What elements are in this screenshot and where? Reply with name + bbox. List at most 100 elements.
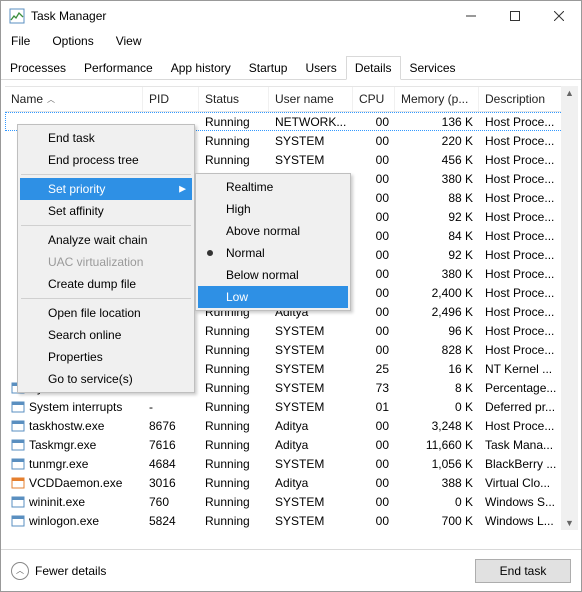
table-row[interactable]: taskhostw.exe8676RunningAditya003,248 KH… bbox=[5, 416, 577, 435]
separator bbox=[21, 174, 191, 175]
col-user[interactable]: User name bbox=[269, 87, 353, 111]
cell-cpu: 00 bbox=[353, 210, 395, 224]
ctx-dump[interactable]: Create dump file bbox=[20, 273, 192, 295]
cell-cpu: 00 bbox=[353, 172, 395, 186]
ctx-goto-services[interactable]: Go to service(s) bbox=[20, 368, 192, 390]
cell-status: Running bbox=[199, 134, 269, 148]
priority-high[interactable]: High bbox=[198, 198, 348, 220]
ctx-set-priority[interactable]: Set priority ▶ bbox=[20, 178, 192, 200]
cell-name: tunmgr.exe bbox=[5, 457, 143, 471]
cell-status: Running bbox=[199, 476, 269, 490]
cell-user: SYSTEM bbox=[269, 343, 353, 357]
cell-status: Running bbox=[199, 514, 269, 528]
table-row[interactable]: wininit.exe760RunningSYSTEM000 KWindows … bbox=[5, 492, 577, 511]
priority-above-normal[interactable]: Above normal bbox=[198, 220, 348, 242]
tab-strip: Processes Performance App history Startu… bbox=[1, 55, 581, 80]
table-row[interactable]: Taskmgr.exe7616RunningAditya0011,660 KTa… bbox=[5, 435, 577, 454]
table-row[interactable]: VCDDaemon.exe3016RunningAditya00388 KVir… bbox=[5, 473, 577, 492]
cell-pid: - bbox=[143, 400, 199, 414]
cell-cpu: 00 bbox=[353, 495, 395, 509]
ctx-analyze[interactable]: Analyze wait chain bbox=[20, 229, 192, 251]
cell-cpu: 73 bbox=[353, 381, 395, 395]
priority-below-normal[interactable]: Below normal bbox=[198, 264, 348, 286]
tab-services[interactable]: Services bbox=[401, 56, 465, 80]
cell-user: SYSTEM bbox=[269, 495, 353, 509]
cell-mem: 700 K bbox=[395, 514, 479, 528]
cell-cpu: 00 bbox=[353, 419, 395, 433]
ctx-end-task[interactable]: End task bbox=[20, 127, 192, 149]
priority-low[interactable]: Low bbox=[198, 286, 348, 308]
tab-apphistory[interactable]: App history bbox=[162, 56, 240, 80]
cell-mem: 456 K bbox=[395, 153, 479, 167]
ctx-properties[interactable]: Properties bbox=[20, 346, 192, 368]
cell-user: Aditya bbox=[269, 438, 353, 452]
cell-pid: 4684 bbox=[143, 457, 199, 471]
cell-name: Taskmgr.exe bbox=[5, 438, 143, 452]
priority-normal[interactable]: Normal bbox=[198, 242, 348, 264]
cell-mem: 1,056 K bbox=[395, 457, 479, 471]
end-task-button[interactable]: End task bbox=[475, 559, 571, 583]
ctx-set-affinity[interactable]: Set affinity bbox=[20, 200, 192, 222]
cell-mem: 84 K bbox=[395, 229, 479, 243]
tab-details[interactable]: Details bbox=[346, 56, 401, 80]
menu-file[interactable]: File bbox=[7, 32, 34, 50]
table-row[interactable]: System interrupts-RunningSYSTEM010 KDefe… bbox=[5, 397, 577, 416]
cell-status: Running bbox=[199, 381, 269, 395]
maximize-button[interactable] bbox=[493, 1, 537, 31]
cell-mem: 11,660 K bbox=[395, 438, 479, 452]
menu-options[interactable]: Options bbox=[48, 32, 97, 50]
tab-processes[interactable]: Processes bbox=[1, 56, 75, 80]
cell-mem: 136 K bbox=[395, 115, 479, 129]
col-status[interactable]: Status bbox=[199, 87, 269, 111]
priority-normal-label: Normal bbox=[226, 246, 265, 260]
scroll-up-icon[interactable]: ▲ bbox=[565, 86, 574, 100]
col-name[interactable]: Name︿ bbox=[5, 87, 143, 111]
cell-status: Running bbox=[199, 115, 269, 129]
ctx-end-tree[interactable]: End process tree bbox=[20, 149, 192, 171]
cell-mem: 380 K bbox=[395, 172, 479, 186]
tab-users[interactable]: Users bbox=[296, 56, 345, 80]
cell-mem: 8 K bbox=[395, 381, 479, 395]
ctx-search-online[interactable]: Search online bbox=[20, 324, 192, 346]
chevron-up-icon: ︿ bbox=[11, 562, 29, 580]
titlebar: Task Manager bbox=[1, 1, 581, 31]
cell-status: Running bbox=[199, 362, 269, 376]
app-icon bbox=[9, 8, 25, 24]
cell-name: wininit.exe bbox=[5, 495, 143, 509]
menu-view[interactable]: View bbox=[112, 32, 146, 50]
table-row[interactable]: tunmgr.exe4684RunningSYSTEM001,056 KBlac… bbox=[5, 454, 577, 473]
cell-cpu: 00 bbox=[353, 115, 395, 129]
cell-status: Running bbox=[199, 153, 269, 167]
cell-name: System interrupts bbox=[5, 400, 143, 414]
priority-realtime[interactable]: Realtime bbox=[198, 176, 348, 198]
vertical-scrollbar[interactable]: ▲ ▼ bbox=[561, 86, 578, 530]
col-memory[interactable]: Memory (p... bbox=[395, 87, 479, 111]
cell-mem: 3,248 K bbox=[395, 419, 479, 433]
close-button[interactable] bbox=[537, 1, 581, 31]
cell-pid: 8676 bbox=[143, 419, 199, 433]
scroll-down-icon[interactable]: ▼ bbox=[565, 516, 574, 530]
table-row[interactable]: winlogon.exe5824RunningSYSTEM00700 KWind… bbox=[5, 511, 577, 530]
cell-mem: 16 K bbox=[395, 362, 479, 376]
col-pid[interactable]: PID bbox=[143, 87, 199, 111]
separator bbox=[21, 225, 191, 226]
cell-cpu: 01 bbox=[353, 400, 395, 414]
cell-mem: 388 K bbox=[395, 476, 479, 490]
tab-performance[interactable]: Performance bbox=[75, 56, 162, 80]
cell-user: SYSTEM bbox=[269, 324, 353, 338]
minimize-button[interactable] bbox=[449, 1, 493, 31]
fewer-details-toggle[interactable]: ︿ Fewer details bbox=[11, 562, 106, 580]
cell-user: SYSTEM bbox=[269, 514, 353, 528]
cell-user: Aditya bbox=[269, 476, 353, 490]
tab-startup[interactable]: Startup bbox=[240, 56, 297, 80]
cell-cpu: 00 bbox=[353, 476, 395, 490]
cell-user: SYSTEM bbox=[269, 400, 353, 414]
cell-cpu: 00 bbox=[353, 438, 395, 452]
cell-cpu: 00 bbox=[353, 514, 395, 528]
ctx-open-location[interactable]: Open file location bbox=[20, 302, 192, 324]
cell-name: taskhostw.exe bbox=[5, 419, 143, 433]
sort-indicator-icon: ︿ bbox=[47, 94, 55, 105]
cell-cpu: 00 bbox=[353, 457, 395, 471]
submenu-arrow-icon: ▶ bbox=[179, 184, 186, 195]
col-cpu[interactable]: CPU bbox=[353, 87, 395, 111]
